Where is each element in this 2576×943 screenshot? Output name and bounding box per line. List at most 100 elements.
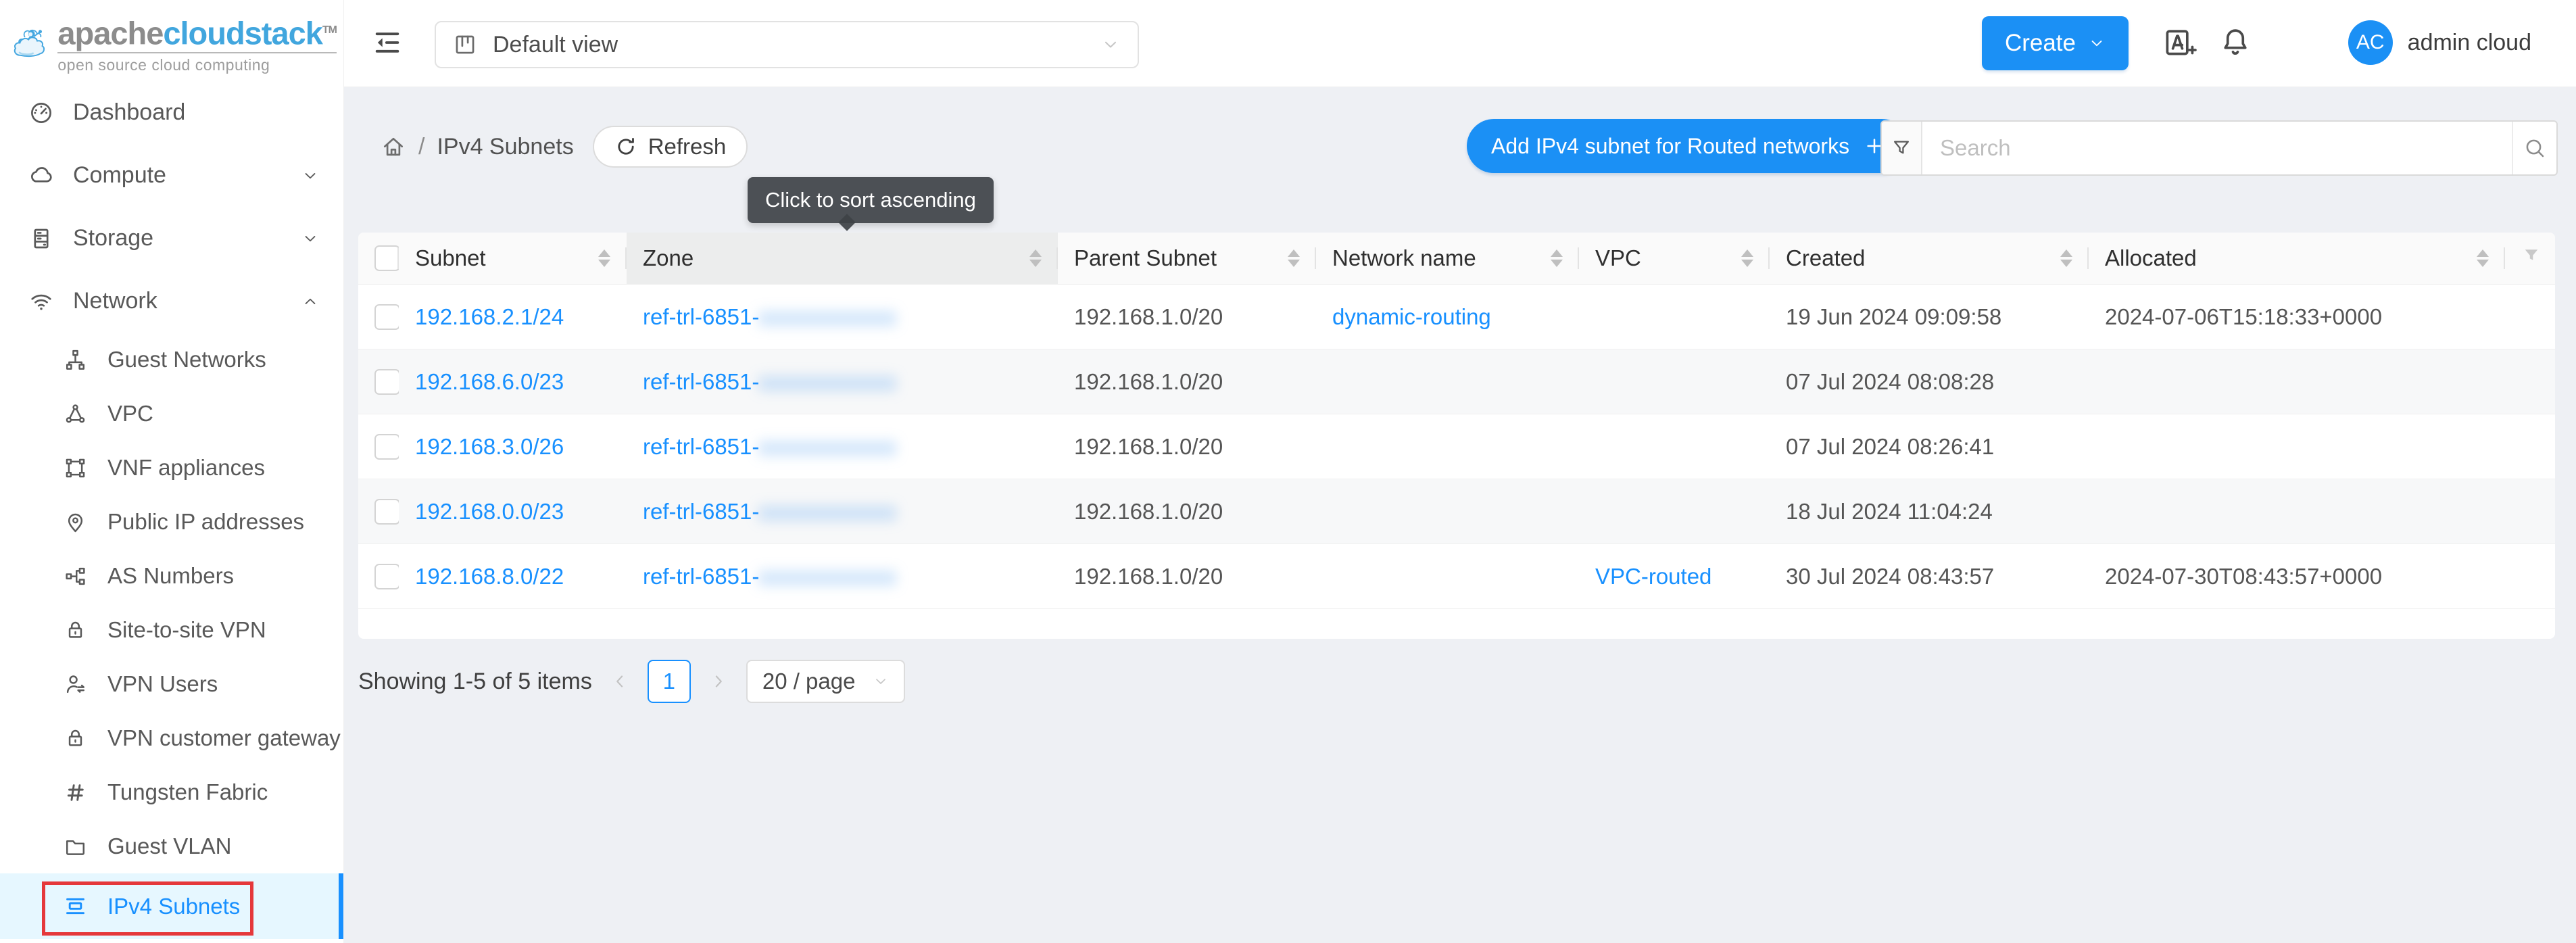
parent-subnet-cell: 192.168.1.0/20 — [1058, 349, 1316, 414]
table-body: 192.168.2.1/24ref-trl-6851-xxxxxxxxxxx19… — [358, 285, 2555, 609]
sidebar-item-label: Dashboard — [73, 99, 185, 126]
search-button[interactable] — [2512, 122, 2556, 174]
table-row: 192.168.3.0/26 ref-trl-6851-xxxxxxxxxxx 19… — [358, 414, 2555, 479]
pagination-summary: Showing 1-5 of 5 items — [358, 669, 592, 695]
lock-icon — [64, 727, 87, 750]
subnet-link[interactable]: 192.168.3.0/26 — [415, 434, 564, 459]
chevron-down-icon — [1101, 35, 1120, 54]
parent-subnet-cell: 192.168.1.0/20 — [1058, 544, 1316, 609]
search-input[interactable] — [1922, 122, 2512, 174]
subnet-link[interactable]: 192.168.8.0/22 — [415, 564, 564, 589]
sort-caret-icon — [1551, 249, 1563, 267]
sidebar-item-vnf-appliances[interactable]: VNF appliances — [0, 441, 343, 495]
refresh-button[interactable]: Refresh — [593, 126, 748, 168]
project-view-select[interactable]: Default view — [435, 21, 1139, 68]
row-select-cell — [358, 349, 399, 414]
create-button[interactable]: Create — [1982, 16, 2129, 70]
network-name-link[interactable]: dynamic-routing — [1332, 304, 1491, 329]
sidebar-item-network[interactable]: Network — [0, 270, 343, 333]
parent-subnet-cell: 192.168.1.0/20 — [1058, 414, 1316, 479]
column-header-subnet[interactable]: Subnet — [399, 233, 627, 285]
column-header-zone[interactable]: Zone — [627, 233, 1058, 285]
zone-cell: ref-trl-6851-xxxxxxxxxxx — [627, 349, 1058, 414]
created-cell: 30 Jul 2024 08:43:57 — [1770, 544, 2089, 609]
column-label: Zone — [643, 245, 694, 271]
sidebar-item-label: VPN Users — [107, 671, 218, 697]
sidebar-item-vpn-users[interactable]: VPN Users — [0, 657, 343, 711]
sidebar-item-guest-vlan[interactable]: Guest VLAN — [0, 819, 343, 873]
column-filter-button[interactable] — [2505, 233, 2555, 285]
brand-subtitle: open source cloud computing — [57, 52, 337, 74]
sidebar-item-label: Storage — [73, 225, 153, 251]
sidebar-item-label: Site-to-site VPN — [107, 617, 266, 643]
user-menu[interactable]: AC admin cloud — [2348, 20, 2531, 65]
home-icon[interactable] — [381, 134, 406, 160]
sidebar-item-label: Public IP addresses — [107, 509, 304, 535]
zone-link[interactable]: ref-trl-6851-xxxxxxxxxxx — [643, 434, 897, 459]
row-checkbox[interactable] — [374, 564, 399, 589]
zone-redacted-text: xxxxxxxxxxx — [759, 564, 897, 589]
bell-icon[interactable] — [2218, 24, 2253, 59]
sort-caret-icon — [1029, 249, 1042, 267]
menu-fold-icon[interactable] — [372, 27, 403, 58]
search-filter-addon[interactable] — [1882, 122, 1922, 174]
project-select-value: Default view — [493, 32, 618, 58]
column-header-created[interactable]: Created — [1770, 233, 2089, 285]
page-size-select[interactable]: 20 / page — [746, 660, 906, 703]
funnel-icon — [1891, 137, 1912, 159]
sidebar-item-label: VPC — [107, 401, 153, 427]
sidebar-item-public-ip-addresses[interactable]: Public IP addresses — [0, 495, 343, 549]
sidebar-item-guest-networks[interactable]: Guest Networks — [0, 333, 343, 387]
allocated-cell — [2089, 414, 2505, 479]
sidebar-item-storage[interactable]: Storage — [0, 207, 343, 270]
hash-icon — [64, 781, 87, 804]
subnet-cell: 192.168.3.0/26 — [399, 414, 627, 479]
vpc-cell — [1579, 414, 1770, 479]
column-header-parent-subnet[interactable]: Parent Subnet — [1058, 233, 1316, 285]
column-header-network-name[interactable]: Network name — [1316, 233, 1579, 285]
select-all-checkbox[interactable] — [374, 245, 399, 271]
column-label: Created — [1786, 245, 1865, 271]
sidebar-item-compute[interactable]: Compute — [0, 144, 343, 207]
row-checkbox[interactable] — [374, 499, 399, 525]
row-actions-cell — [2505, 544, 2555, 609]
row-checkbox[interactable] — [374, 434, 399, 460]
column-label: Network name — [1332, 245, 1476, 271]
sidebar-item-ipv4-subnets[interactable]: IPv4 Subnets — [0, 873, 343, 939]
side-menu: Dashboard Compute Storage NetworkGuest Netw… — [0, 81, 343, 939]
add-ipv4-subnet-button[interactable]: Add IPv4 subnet for Routed networks — [1467, 119, 1909, 173]
subnet-link[interactable]: 192.168.0.0/23 — [415, 499, 564, 524]
parent-subnet-cell: 192.168.1.0/20 — [1058, 285, 1316, 349]
subnet-table: Subnet Zone Parent Subnet Network name VPC Cr… — [358, 233, 2555, 609]
column-header-vpc[interactable]: VPC — [1579, 233, 1770, 285]
previous-page-icon[interactable] — [610, 671, 630, 692]
vpc-cell — [1579, 349, 1770, 414]
sidebar-item-tungsten-fabric[interactable]: Tungsten Fabric — [0, 765, 343, 819]
sidebar-item-dashboard[interactable]: Dashboard — [0, 81, 343, 144]
row-checkbox[interactable] — [374, 304, 399, 330]
vpc-link[interactable]: VPC-routed — [1595, 564, 1711, 589]
sidebar-item-vpc[interactable]: VPC — [0, 387, 343, 441]
storage-icon — [28, 226, 54, 251]
sidebar-item-site-to-site-vpn[interactable]: Site-to-site VPN — [0, 603, 343, 657]
next-page-icon[interactable] — [708, 671, 729, 692]
language-icon[interactable] — [2162, 26, 2197, 61]
created-cell: 19 Jun 2024 09:09:58 — [1770, 285, 2089, 349]
row-checkbox[interactable] — [374, 369, 399, 395]
subnet-link[interactable]: 192.168.2.1/24 — [415, 304, 564, 329]
sidebar-item-label: Guest VLAN — [107, 833, 231, 859]
zone-link[interactable]: ref-trl-6851-xxxxxxxxxxx — [643, 499, 897, 524]
zone-link[interactable]: ref-trl-6851-xxxxxxxxxxx — [643, 304, 897, 329]
page-number-button[interactable]: 1 — [648, 660, 691, 703]
subnet-link[interactable]: 192.168.6.0/23 — [415, 369, 564, 394]
sidebar-item-as-numbers[interactable]: AS Numbers — [0, 549, 343, 603]
column-header-allocated[interactable]: Allocated — [2089, 233, 2505, 285]
parent-subnet-cell: 192.168.1.0/20 — [1058, 479, 1316, 544]
refresh-icon — [614, 135, 637, 158]
sidebar-item-vpn-customer-gateway[interactable]: VPN customer gateway — [0, 711, 343, 765]
row-select-cell — [358, 285, 399, 349]
zone-link[interactable]: ref-trl-6851-xxxxxxxxxxx — [643, 369, 897, 394]
row-select-cell — [358, 479, 399, 544]
network-name-cell — [1316, 479, 1579, 544]
zone-link[interactable]: ref-trl-6851-xxxxxxxxxxx — [643, 564, 897, 589]
